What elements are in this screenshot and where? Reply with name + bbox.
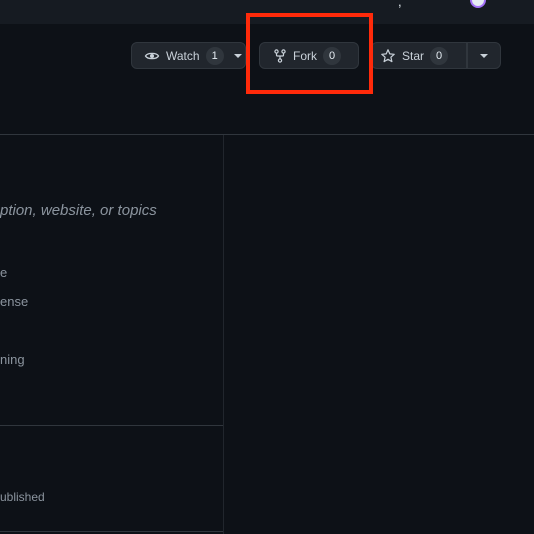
sidebar-divider-bottom — [0, 531, 223, 532]
about-placeholder-text: ption, website, or topics — [0, 202, 157, 219]
sidebar-item-readme[interactable]: e — [0, 265, 7, 280]
header-partial-text: , — [398, 0, 402, 9]
star-label: Star — [402, 48, 425, 63]
sidebar-item-activity[interactable]: ning — [0, 352, 25, 367]
eye-icon — [144, 48, 160, 64]
star-icon — [380, 48, 396, 64]
releases-status-text: ublished — [0, 490, 45, 504]
star-button[interactable]: Star 0 — [371, 42, 467, 69]
watch-button[interactable]: Watch 1 — [131, 42, 246, 69]
watch-count: 1 — [205, 46, 224, 65]
sidebar-item-license[interactable]: ense — [0, 294, 28, 309]
star-dropdown-button[interactable] — [467, 42, 501, 69]
sidebar-divider — [0, 425, 223, 426]
chevron-down-icon — [233, 53, 242, 58]
annotation-highlight-box — [246, 13, 373, 94]
star-count: 0 — [430, 46, 449, 65]
column-divider — [223, 135, 224, 534]
chevron-down-icon — [480, 53, 488, 58]
watch-label: Watch — [166, 48, 200, 63]
avatar[interactable] — [470, 0, 486, 8]
header-divider — [0, 134, 534, 135]
